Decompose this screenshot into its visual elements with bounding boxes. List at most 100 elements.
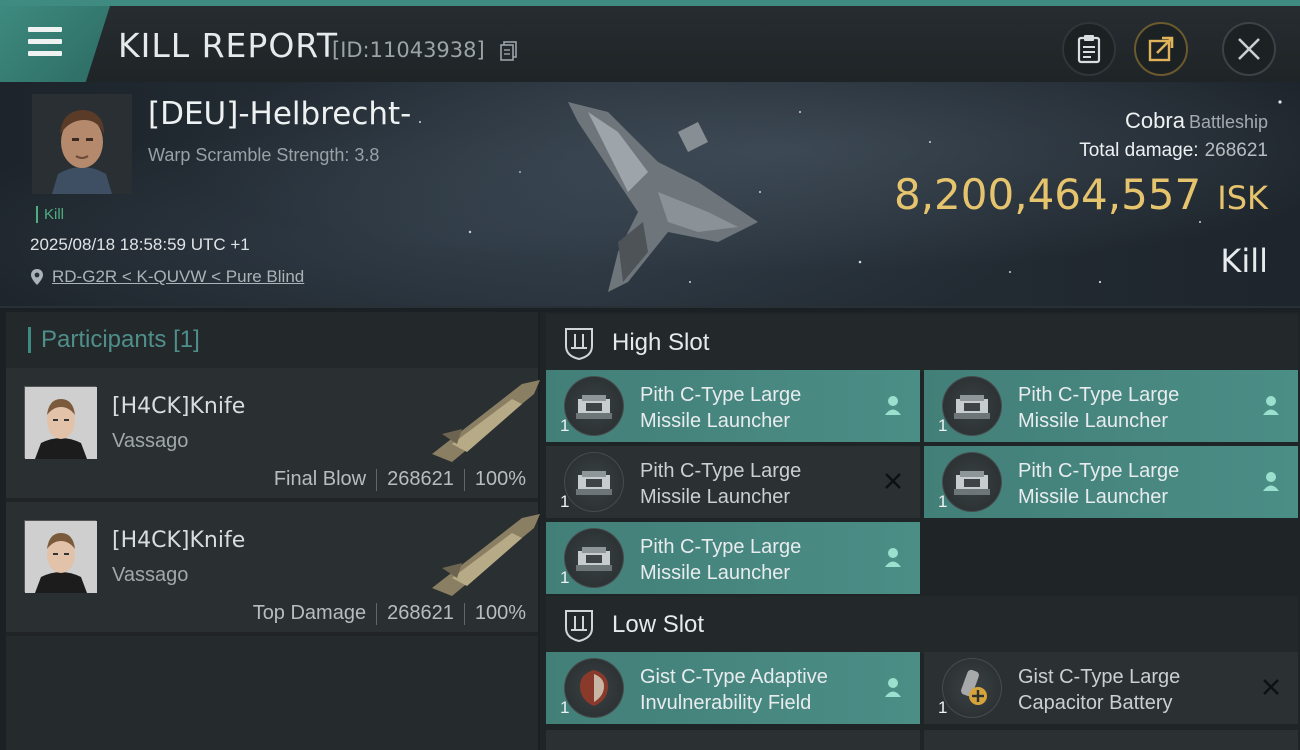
participant-ship-image (432, 380, 540, 462)
participant-portrait-image (25, 521, 97, 593)
victim-avatar[interactable] (32, 94, 132, 194)
participant-row[interactable]: [H4CK]Knife Vassago Final Blow 268621 10… (6, 368, 540, 502)
divider (463, 468, 465, 491)
destroyed-x-icon (885, 473, 901, 489)
module-item[interactable]: 1 Pith C-Type Large Missile Launcher (924, 446, 1298, 518)
page-title: KILL REPORT (118, 26, 338, 65)
module-name-line2: Missile Launcher (640, 562, 791, 584)
result-label: Kill (1220, 242, 1268, 280)
module-quantity: 1 (938, 492, 948, 511)
kill-location[interactable]: RD-G2R < K-QUVW < Pure Blind (30, 267, 304, 287)
dropped-person-icon (885, 548, 901, 567)
warp-scramble-strength: Warp Scramble Strength: 3.8 (148, 145, 380, 165)
high-slot-header: High Slot (546, 314, 1298, 372)
menu-icon (28, 27, 62, 32)
location-link[interactable]: RD-G2R < K-QUVW < Pure Blind (52, 267, 304, 287)
module-name: Pith C-Type Large Missile Launcher (640, 534, 870, 586)
ship-name[interactable]: Cobra (1125, 108, 1185, 133)
menu-icon-bar (28, 51, 62, 56)
victim-name[interactable]: [DEU]-Helbrecht- (148, 96, 411, 132)
participant-name[interactable]: [H4CK]Knife (112, 528, 245, 553)
isk-unit: ISK (1217, 179, 1268, 217)
high-slot-title: High Slot (612, 329, 710, 356)
module-item[interactable]: 1 Pith C-Type Large Missile Launcher (546, 522, 920, 594)
clipboard-icon (1077, 35, 1101, 64)
kill-tag: Kill (36, 206, 64, 223)
missile-launcher-icon (942, 452, 1002, 512)
close-icon (1238, 38, 1260, 60)
module-name-line1: Pith C-Type Large (640, 384, 802, 406)
participant-damage: 268621 (387, 602, 454, 624)
missile-launcher-icon (564, 452, 624, 512)
low-slot-icon (565, 610, 593, 642)
module-name-line1: Gist C-Type Large (1018, 666, 1181, 688)
module-name: Pith C-Type Large Missile Launcher (640, 382, 870, 434)
module-name-line1: Pith C-Type Large (640, 460, 802, 482)
module-item[interactable]: 1 Pith C-Type Large Missile Launcher (546, 370, 920, 442)
high-slot-icon (565, 328, 593, 360)
module-item[interactable]: 1 Gist C-Type Large Capacitor Battery (924, 652, 1298, 724)
victim-header: [DEU]-Helbrecht- Warp Scramble Strength:… (0, 82, 1300, 308)
total-damage-label: Total damage: (1079, 140, 1199, 161)
participants-header: Participants [1] (6, 312, 538, 368)
missile-launcher-icon (564, 376, 624, 436)
module-item[interactable]: 1 Gist C-Type Adaptive Invulnerability F… (546, 652, 920, 724)
share-icon (1148, 36, 1174, 62)
participant-ship-image (432, 514, 540, 596)
total-damage-value: 268621 (1204, 140, 1268, 161)
participant-role: Top Damage (252, 602, 367, 624)
clipboard-button[interactable] (1062, 22, 1116, 76)
module-name-line2: Missile Launcher (1018, 486, 1169, 508)
module-quantity: 1 (560, 568, 570, 587)
menu-button[interactable] (0, 6, 110, 82)
isk-amount: 8,200,464,557 (893, 170, 1202, 219)
module-name: Pith C-Type Large Missile Launcher (1018, 382, 1248, 434)
capacitor-battery-icon (942, 658, 1002, 718)
participant-stats: Top Damage 268621 100% (253, 602, 526, 625)
dropped-person-icon (885, 396, 901, 415)
module-item[interactable]: 1 Pith C-Type Large Missile Launcher (546, 446, 920, 518)
participant-row[interactable]: [H4CK]Knife Vassago Top Damage 268621 10… (6, 502, 540, 636)
module-quantity: 1 (938, 698, 948, 717)
victim-ship-image (568, 102, 758, 292)
module-item-partial[interactable] (546, 730, 920, 750)
participant-avatar[interactable] (24, 386, 97, 459)
invulnerability-field-icon (564, 658, 624, 718)
module-name-line2: Invulnerability Field (640, 692, 812, 714)
participants-panel: Participants [1] [H4CK]Knife Vassago Fin… (6, 312, 540, 750)
close-button[interactable] (1222, 22, 1276, 76)
module-name-line1: Pith C-Type Large (640, 536, 802, 558)
participants-count: [1] (173, 326, 200, 353)
participant-stats: Final Blow 268621 100% (274, 468, 526, 491)
divider (376, 602, 378, 625)
fitting-panel: High Slot 1 Pith C-Type Large Missile La… (540, 312, 1300, 750)
module-name: Gist C-Type Adaptive Invulnerability Fie… (640, 664, 870, 716)
top-bar: KILL REPORT [ID:11043938] (0, 0, 1300, 82)
participant-avatar[interactable] (24, 520, 97, 593)
menu-icon-bar (28, 39, 62, 44)
participants-title: Participants (41, 326, 167, 353)
module-name-line1: Pith C-Type Large (1018, 384, 1180, 406)
module-name-line2: Capacitor Battery (1018, 692, 1173, 714)
module-quantity: 1 (938, 416, 948, 435)
module-name-line1: Gist C-Type Adaptive (640, 666, 828, 688)
missile-launcher-icon (942, 376, 1002, 436)
module-name: Gist C-Type Large Capacitor Battery (1018, 664, 1248, 716)
participant-name[interactable]: [H4CK]Knife (112, 394, 245, 419)
copy-icon[interactable] (500, 41, 518, 61)
participant-ship: Vassago (112, 564, 189, 586)
divider (463, 602, 465, 625)
dropped-person-icon (1263, 472, 1279, 491)
module-name: Pith C-Type Large Missile Launcher (1018, 458, 1248, 510)
total-damage: Total damage: 268621 (1079, 140, 1268, 162)
module-item-partial[interactable] (924, 730, 1298, 750)
share-button[interactable] (1134, 22, 1188, 76)
module-quantity: 1 (560, 698, 570, 717)
module-name: Pith C-Type Large Missile Launcher (640, 458, 870, 510)
module-item[interactable]: 1 Pith C-Type Large Missile Launcher (924, 370, 1298, 442)
participant-ship: Vassago (112, 430, 189, 452)
header-accent-bar (28, 327, 31, 353)
module-quantity: 1 (560, 492, 570, 511)
participant-percent: 100% (474, 468, 526, 490)
destroyed-x-icon (1263, 679, 1279, 695)
